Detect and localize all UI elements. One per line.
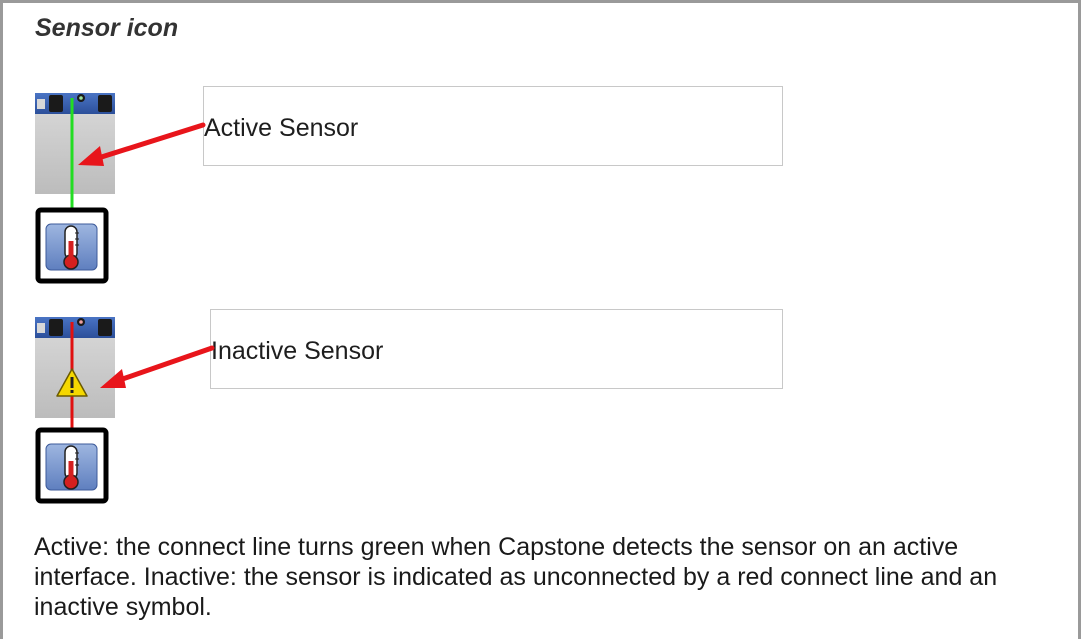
section-heading: Sensor icon bbox=[35, 14, 179, 42]
active-sensor-callout: Active Sensor bbox=[203, 86, 783, 166]
inactive-sensor-callout: Inactive Sensor bbox=[210, 309, 783, 389]
inactive-arrow bbox=[100, 345, 215, 388]
inactive-sensor-label: Inactive Sensor bbox=[211, 337, 384, 365]
thermometer-icon bbox=[63, 445, 79, 490]
active-sensor-label: Active Sensor bbox=[204, 114, 359, 142]
description-text: Active: the connect line turns green whe… bbox=[34, 533, 998, 621]
thermometer-icon bbox=[63, 225, 79, 270]
active-arrow bbox=[78, 122, 206, 166]
